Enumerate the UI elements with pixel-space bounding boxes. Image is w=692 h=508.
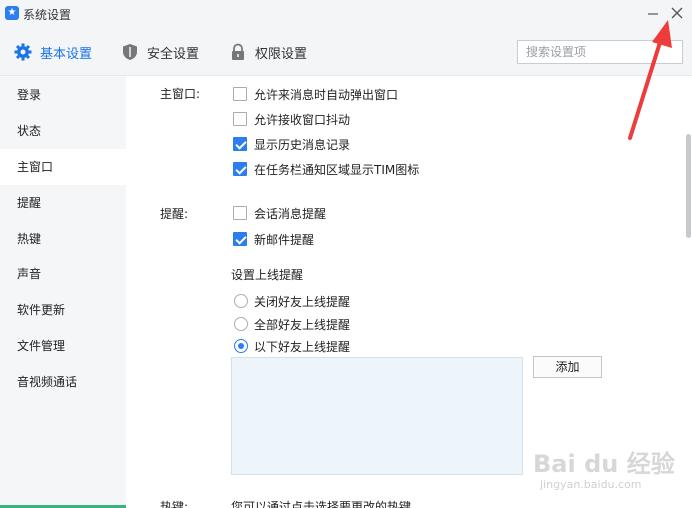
sidebar-item-login[interactable]: 登录 <box>0 77 126 113</box>
radio-disable-online-reminder[interactable] <box>234 294 248 308</box>
sidebar: 登录 状态 主窗口 提醒 热键 声音 软件更新 文件管理 音视频通话 <box>0 76 126 508</box>
sidebar-item-reminder[interactable]: 提醒 <box>0 185 126 221</box>
lock-icon <box>232 43 244 60</box>
tab-label: 基本设置 <box>40 46 93 62</box>
checkbox-label: 显示历史消息记录 <box>254 138 351 152</box>
main-window-section-label: 主窗口: <box>160 87 201 101</box>
sidebar-item-status[interactable]: 状态 <box>0 113 126 149</box>
radio-all-friends-online-reminder[interactable] <box>234 317 248 331</box>
checkbox-tray-icon[interactable] <box>233 162 247 176</box>
app-logo-icon: ★ <box>5 6 19 20</box>
watermark-url: jingyan.baidu.com <box>540 478 642 491</box>
online-reminder-title: 设置上线提醒 <box>231 268 304 282</box>
tab-label: 权限设置 <box>255 46 308 62</box>
radio-label: 全部好友上线提醒 <box>254 318 351 332</box>
gear-icon <box>14 43 32 61</box>
watermark: Bai du 经验 <box>533 450 675 478</box>
radio-label: 关闭好友上线提醒 <box>254 295 351 309</box>
checkbox-session-reminder[interactable] <box>233 206 247 220</box>
checkbox-auto-popup[interactable] <box>233 87 247 101</box>
hotkey-section-label: 热键: <box>160 500 189 508</box>
tab-security-settings[interactable]: 安全设置 <box>121 28 199 76</box>
sidebar-item-main-window[interactable]: 主窗口 <box>0 149 126 185</box>
checkbox-window-shake[interactable] <box>233 112 247 126</box>
sidebar-item-av-call[interactable]: 音视频通话 <box>0 364 126 400</box>
settings-toolbar: 基本设置 安全设置 权限设置 <box>0 28 692 76</box>
shield-icon <box>123 44 137 60</box>
checkbox-label: 新邮件提醒 <box>254 233 315 247</box>
sidebar-item-file-management[interactable]: 文件管理 <box>0 328 126 364</box>
sidebar-item-software-update[interactable]: 软件更新 <box>0 292 126 328</box>
tab-basic-settings[interactable]: 基本设置 <box>14 28 92 76</box>
checkbox-label: 允许来消息时自动弹出窗口 <box>254 88 399 102</box>
checkbox-show-history[interactable] <box>233 137 247 151</box>
sidebar-item-sound[interactable]: 声音 <box>0 256 126 292</box>
checkbox-label: 允许接收窗口抖动 <box>254 113 351 127</box>
checkbox-label: 会话消息提醒 <box>254 207 327 221</box>
radio-selected-friends-online-reminder[interactable] <box>234 339 248 353</box>
sidebar-item-hotkey[interactable]: 热键 <box>0 221 126 257</box>
annotation-arrow-icon <box>628 20 672 140</box>
reminder-section-label: 提醒: <box>160 207 189 221</box>
hotkey-description: 您可以通过点击选择要更改的热键 <box>231 500 412 508</box>
add-friend-button[interactable]: 添加 <box>533 356 602 378</box>
title-bar: ★ 系统设置 <box>0 0 692 28</box>
tab-label: 安全设置 <box>147 46 200 62</box>
checkbox-new-mail-reminder[interactable] <box>233 232 247 246</box>
checkbox-label: 在任务栏通知区域显示TIM图标 <box>254 163 420 177</box>
scrollbar-thumb[interactable] <box>686 134 691 238</box>
friend-list-box[interactable] <box>231 357 523 475</box>
radio-label: 以下好友上线提醒 <box>254 340 351 354</box>
tab-permission-settings[interactable]: 权限设置 <box>229 28 307 76</box>
window-title: 系统设置 <box>23 8 72 22</box>
